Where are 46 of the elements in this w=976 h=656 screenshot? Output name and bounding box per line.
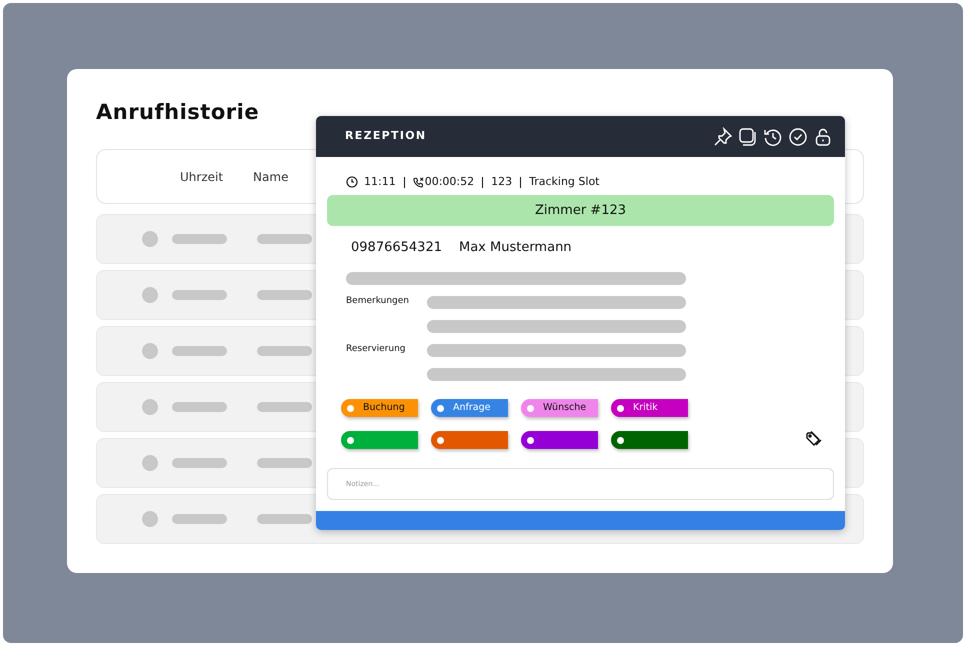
phone-icon — [412, 176, 424, 188]
unlock-icon[interactable] — [813, 126, 833, 146]
phone-number: 09876654321 — [351, 239, 442, 257]
tag-chip[interactable] — [521, 431, 598, 449]
placeholder-dot — [142, 399, 158, 415]
tag-chip[interactable]: Wünsche — [521, 399, 598, 417]
tag-chip[interactable] — [611, 431, 688, 449]
placeholder-bar — [172, 234, 227, 244]
placeholder-bar — [172, 458, 227, 468]
placeholder-bar — [257, 234, 312, 244]
placeholder-bar — [257, 514, 312, 524]
call-time: 11:11 — [364, 174, 396, 190]
field-label: Bemerkungen — [346, 295, 410, 308]
placeholder-dot — [142, 455, 158, 471]
window-title: REZEPTION — [345, 128, 428, 144]
tag-icon[interactable] — [805, 430, 823, 448]
placeholder-bar — [172, 514, 227, 524]
info-text: Tracking Slot — [529, 174, 600, 190]
tag-chip[interactable]: Buchung — [341, 399, 418, 417]
placeholder-bar — [172, 402, 227, 412]
page-title: Anrufhistorie — [96, 99, 260, 126]
clock-icon — [346, 176, 358, 188]
placeholder-bar — [257, 402, 312, 412]
check-icon[interactable] — [788, 126, 808, 146]
pin-icon[interactable] — [713, 126, 733, 146]
call-duration: 00:00:52 — [424, 174, 474, 190]
tag-chip[interactable]: Anfrage — [431, 399, 508, 417]
placeholder-dot — [142, 343, 158, 359]
tag-chip[interactable]: Kritik — [611, 399, 688, 417]
room-banner: Zimmer #123 — [327, 195, 834, 226]
placeholder-bar — [172, 290, 227, 300]
placeholder-dot — [142, 287, 158, 303]
placeholder-bar — [257, 346, 312, 356]
copy-icon[interactable] — [738, 126, 758, 146]
history-icon[interactable] — [763, 126, 783, 146]
field-label: Reservierung — [346, 343, 406, 356]
caller-name: Max Mustermann — [458, 239, 572, 257]
placeholder-bar — [257, 290, 312, 300]
placeholder-dot — [142, 511, 158, 527]
tag-chip[interactable] — [431, 431, 508, 449]
placeholder-bar — [172, 346, 227, 356]
placeholder-bar — [257, 458, 312, 468]
info-text: 123 — [491, 174, 512, 190]
column-header[interactable]: Name — [253, 168, 288, 186]
placeholder-dot — [142, 231, 158, 247]
column-header[interactable]: Uhrzeit — [180, 168, 224, 186]
